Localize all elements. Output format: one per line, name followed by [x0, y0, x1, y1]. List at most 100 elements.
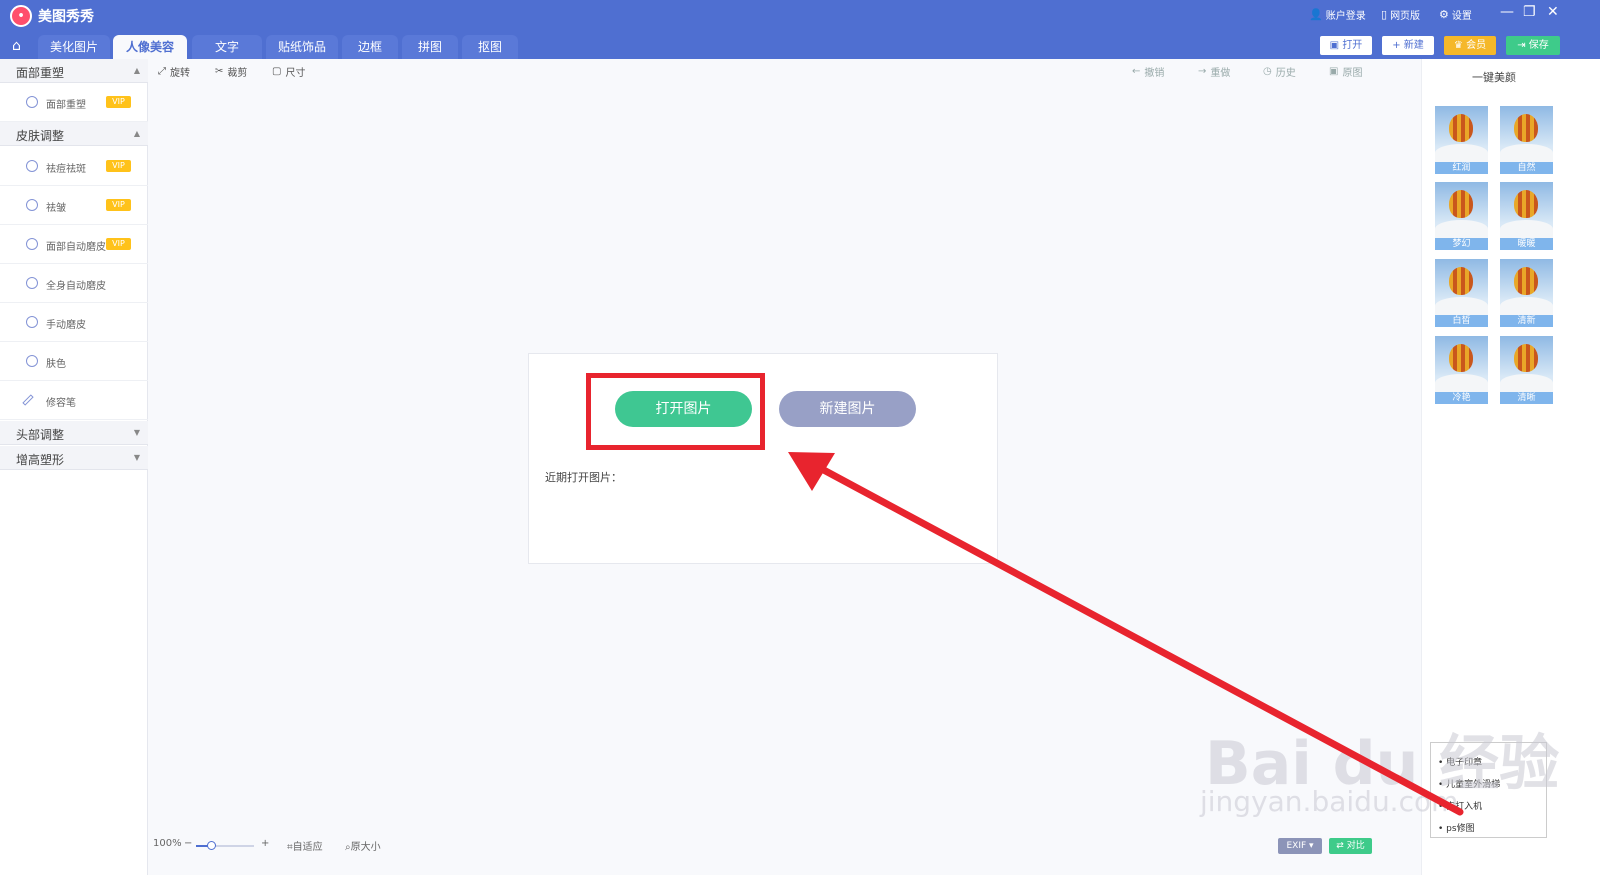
sidebar-item-face-reshape[interactable]: 面部重塑 VIP: [0, 83, 148, 122]
section-label: 头部调整: [16, 428, 65, 442]
sidebar-item-manual-smooth[interactable]: 手动磨皮: [0, 303, 148, 342]
filter-thumb[interactable]: 白皙: [1435, 259, 1488, 327]
history-label: 历史: [1275, 68, 1296, 79]
sidebar-item-contour-pen[interactable]: 修容笔: [0, 381, 148, 420]
section-label: 增高塑形: [16, 453, 65, 467]
face-icon: [26, 96, 38, 108]
minimize-button[interactable]: —: [1500, 4, 1514, 20]
clock-icon: ◷: [1263, 66, 1272, 77]
zoom-slider-handle[interactable]: [207, 841, 216, 850]
new-label: 新建: [1403, 40, 1424, 51]
filter-thumb[interactable]: 清晰: [1500, 336, 1553, 404]
crop-tool[interactable]: ✂ 裁剪: [215, 64, 247, 79]
smooth-icon: [26, 238, 38, 250]
cloud-image: [1500, 144, 1553, 162]
exif-button[interactable]: EXIF ▾: [1278, 838, 1322, 854]
tab-cutout[interactable]: 抠图: [462, 35, 518, 59]
tab-collage[interactable]: 拼图: [402, 35, 458, 59]
plus-icon: +: [1392, 40, 1404, 51]
vip-label: 会员: [1466, 40, 1487, 51]
balloon-image: [1449, 190, 1473, 218]
fit-button[interactable]: ⌗自适应: [287, 838, 323, 853]
smooth-icon: [26, 316, 38, 328]
close-button[interactable]: ✕: [1547, 4, 1559, 20]
home-icon[interactable]: ⌂: [0, 34, 33, 59]
suggestion-item[interactable]: • ps修图: [1438, 821, 1475, 834]
size-tool[interactable]: ▢ 尺寸: [272, 64, 305, 79]
suggestion-label: ps修图: [1446, 824, 1475, 834]
filter-thumb[interactable]: 红润: [1435, 106, 1488, 174]
filter-thumb[interactable]: 清新: [1500, 259, 1553, 327]
original-size-button[interactable]: ⌕原大小: [345, 838, 381, 853]
tab-frames[interactable]: 边框: [342, 35, 398, 59]
section-height-shape[interactable]: 增高塑形 ▼: [0, 446, 148, 470]
app-logo-icon: ꔷ: [10, 5, 32, 27]
item-label: 面部重塑: [46, 100, 86, 111]
zoom-out-button[interactable]: −: [184, 838, 192, 849]
filter-thumb[interactable]: 暖暖: [1500, 182, 1553, 250]
cloud-image: [1500, 297, 1553, 315]
sidebar-item-skin-tone[interactable]: 肤色: [0, 342, 148, 381]
zoom-level: 100%: [153, 838, 182, 849]
skin-tone-icon: [26, 355, 38, 367]
compare-label: 对比: [1346, 841, 1365, 851]
sidebar-item-body-smooth[interactable]: 全身自动磨皮: [0, 264, 148, 303]
undo-button[interactable]: ← 撤销: [1132, 64, 1164, 79]
tab-portrait[interactable]: 人像美容: [113, 35, 187, 59]
tab-text[interactable]: 文字: [192, 35, 262, 59]
new-button[interactable]: + 新建: [1382, 36, 1434, 55]
cloud-image: [1435, 374, 1488, 392]
original-size-label: 原大小: [350, 842, 381, 853]
balloon-image: [1449, 344, 1473, 372]
history-button[interactable]: ◷ 历史: [1263, 64, 1296, 79]
fit-label: 自适应: [292, 842, 323, 853]
zoom-in-button[interactable]: +: [261, 838, 269, 849]
open-label: 打开: [1342, 40, 1363, 51]
vip-badge: VIP: [106, 160, 131, 172]
item-label: 肤色: [46, 359, 66, 370]
cloud-image: [1435, 297, 1488, 315]
smooth-icon: [26, 277, 38, 289]
highlight-box: [586, 373, 765, 450]
filter-label: 自然: [1500, 162, 1553, 174]
item-label: 祛皱: [46, 203, 66, 214]
balloon-image: [1449, 267, 1473, 295]
section-head-adjust[interactable]: 头部调整 ▼: [0, 421, 148, 445]
filter-thumb[interactable]: 冷艳: [1435, 336, 1488, 404]
balloon-image: [1514, 114, 1538, 142]
sidebar-item-wrinkle[interactable]: 祛皱 VIP: [0, 186, 148, 225]
redo-button[interactable]: → 重做: [1198, 64, 1230, 79]
new-image-button[interactable]: 新建图片: [779, 391, 916, 427]
sidebar-item-acne[interactable]: 祛痘祛斑 VIP: [0, 147, 148, 186]
one-click-beauty-title: 一键美颜: [1472, 71, 1516, 84]
tab-beautify[interactable]: 美化图片: [38, 35, 110, 59]
rotate-tool[interactable]: ⤢ 旋转: [158, 64, 190, 79]
section-face-reshape[interactable]: 面部重塑 ▲: [0, 59, 148, 83]
web-version-button[interactable]: ▯ 网页版: [1381, 7, 1420, 22]
item-label: 修容笔: [46, 398, 76, 409]
original-button[interactable]: ▣ 原图: [1329, 64, 1362, 79]
tab-stickers[interactable]: 贴纸饰品: [266, 35, 338, 59]
vip-badge: VIP: [106, 96, 131, 108]
account-login-button[interactable]: 👤 账户登录: [1309, 7, 1366, 22]
sidebar-item-face-smooth[interactable]: 面部自动磨皮 VIP: [0, 225, 148, 264]
size-label: 尺寸: [285, 68, 306, 79]
section-skin-adjust[interactable]: 皮肤调整 ▲: [0, 122, 148, 146]
open-button[interactable]: ▣ 打开: [1320, 36, 1372, 55]
settings-button[interactable]: ⚙ 设置: [1439, 7, 1472, 22]
filter-label: 梦幻: [1435, 238, 1488, 250]
wrinkle-icon: [26, 199, 38, 211]
compare-button[interactable]: ⇄ 对比: [1329, 838, 1372, 854]
recent-images-label: 近期打开图片：: [545, 471, 622, 484]
save-button[interactable]: ⇥ 保存: [1506, 36, 1560, 55]
account-login-label: 账户登录: [1325, 11, 1366, 22]
maximize-button[interactable]: ❐: [1523, 4, 1536, 20]
vip-button[interactable]: ♛ 会员: [1444, 36, 1496, 55]
filter-label: 暖暖: [1500, 238, 1553, 250]
balloon-image: [1514, 190, 1538, 218]
filter-thumb[interactable]: 梦幻: [1435, 182, 1488, 250]
filter-thumb[interactable]: 自然: [1500, 106, 1553, 174]
redo-icon: →: [1198, 66, 1207, 77]
undo-label: 撤销: [1144, 68, 1165, 79]
original-label: 原图: [1342, 68, 1363, 79]
